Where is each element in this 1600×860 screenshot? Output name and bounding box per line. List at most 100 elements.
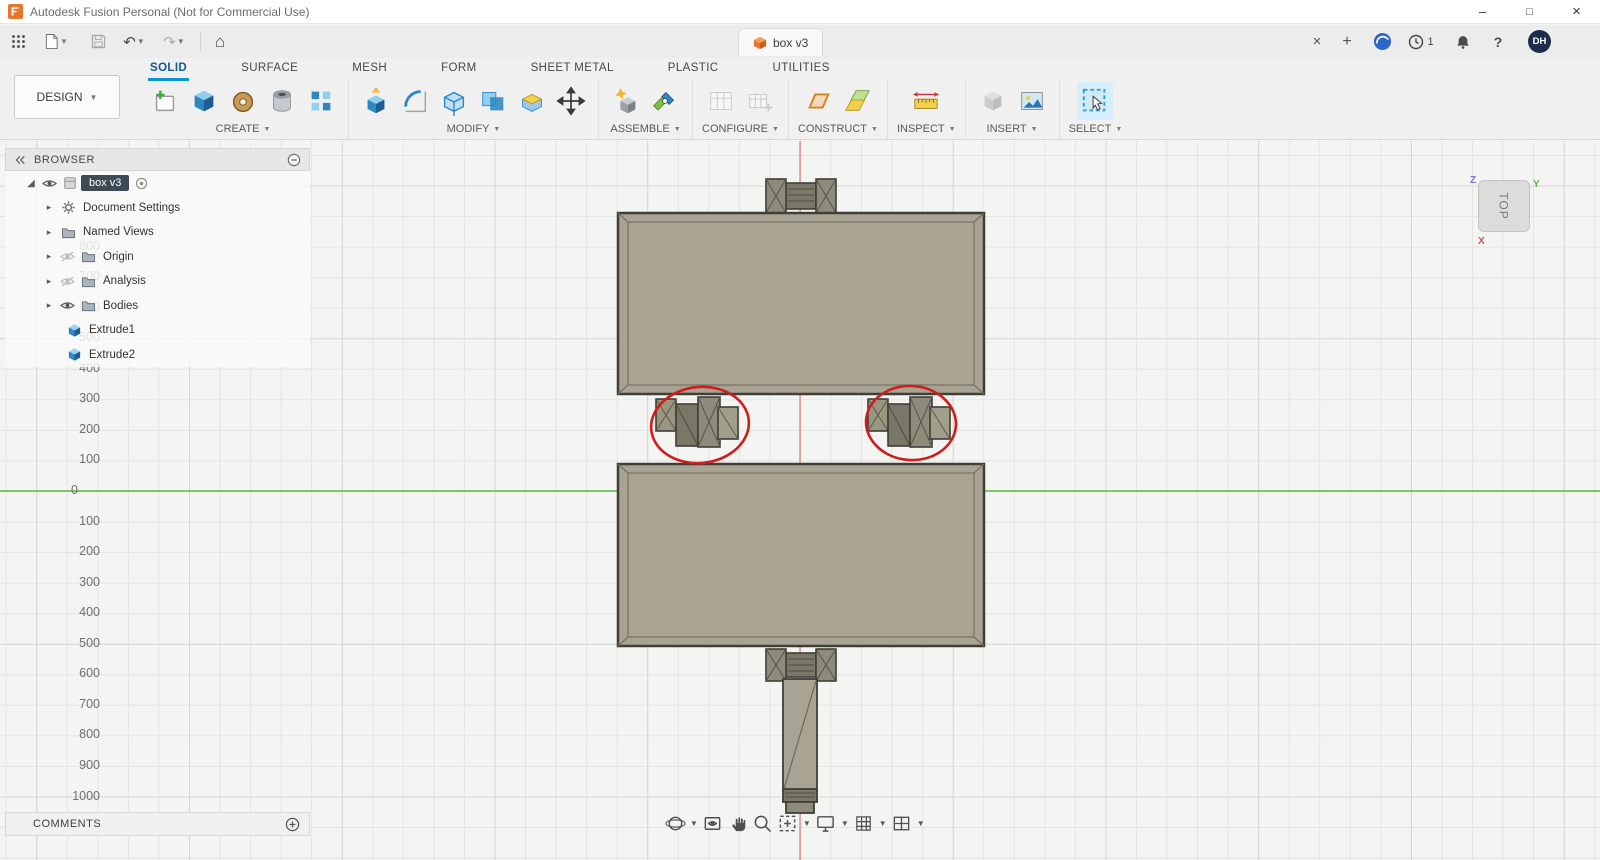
model-shaft[interactable] <box>783 679 817 813</box>
notifications-bell-icon[interactable] <box>1450 29 1476 54</box>
fit-view-icon[interactable] <box>777 811 799 835</box>
look-at-icon[interactable] <box>702 811 724 835</box>
model-top-box[interactable] <box>618 213 984 394</box>
pattern-button[interactable] <box>303 82 339 120</box>
document-tab[interactable]: box v3 <box>738 28 823 56</box>
design-workspace-menu[interactable]: DESIGN ▼ <box>14 75 120 119</box>
new-component-button[interactable] <box>608 82 644 120</box>
browser-item-analysis[interactable]: ▸Analysis <box>5 269 310 294</box>
file-menu-button[interactable]: ▼ <box>40 29 72 54</box>
visibility-eye-icon[interactable] <box>57 276 77 287</box>
construct-group-dropdown[interactable]: CONSTRUCT▼ <box>798 123 878 135</box>
visibility-eye-icon[interactable] <box>57 300 77 311</box>
browser-item-extrude2[interactable]: Extrude2 <box>5 343 310 368</box>
configuration-table-button[interactable] <box>703 82 739 120</box>
undo-button[interactable]: ↶▼ <box>118 29 150 54</box>
viewports-icon[interactable] <box>891 811 913 835</box>
app-grid-menu-icon[interactable] <box>6 29 30 54</box>
zoom-icon[interactable] <box>752 811 774 835</box>
extrude-button[interactable] <box>186 82 222 120</box>
insert-configuration-button[interactable] <box>742 82 778 120</box>
pan-icon[interactable] <box>727 811 749 835</box>
expand-arrow-icon[interactable]: ▸ <box>41 276 57 287</box>
grid-snap-icon[interactable] <box>853 811 875 835</box>
viewcube-face-top[interactable]: TOP <box>1478 180 1530 232</box>
display-settings-icon[interactable] <box>815 811 837 835</box>
display-settings-caret-icon[interactable]: ▼ <box>841 819 849 828</box>
fit-caret-icon[interactable]: ▼ <box>803 819 811 828</box>
ribbon-tab-surface[interactable]: SURFACE <box>239 59 300 81</box>
offset-plane-button[interactable] <box>839 82 875 120</box>
extensions-icon[interactable] <box>1370 29 1394 54</box>
ribbon-tab-utilities[interactable]: UTILITIES <box>771 59 832 81</box>
ribbon-tab-plastic[interactable]: PLASTIC <box>666 59 721 81</box>
insert-group-dropdown[interactable]: INSERT▼ <box>987 123 1038 135</box>
window-close-button[interactable]: × <box>1553 0 1600 24</box>
browser-item-extrude1[interactable]: Extrude1 <box>5 318 310 343</box>
orbit-icon[interactable] <box>664 811 686 835</box>
activate-component-radio[interactable] <box>129 177 153 190</box>
browser-item-document-settings[interactable]: ▸Document Settings <box>5 196 310 221</box>
minimize-panel-icon[interactable] <box>287 153 301 167</box>
expand-arrow-icon[interactable]: ◢ <box>23 178 39 189</box>
home-view-button[interactable]: ⌂ <box>206 29 234 54</box>
shell-button[interactable] <box>436 82 472 120</box>
inspect-group-dropdown[interactable]: INSPECT▼ <box>897 123 956 135</box>
press-pull-button[interactable] <box>358 82 394 120</box>
revolve-button[interactable] <box>225 82 261 120</box>
hole-button[interactable] <box>264 82 300 120</box>
help-button[interactable]: ? <box>1486 29 1510 54</box>
browser-item-bodies[interactable]: ▸Bodies <box>5 294 310 319</box>
add-comment-icon[interactable] <box>285 817 300 832</box>
construction-plane-button[interactable] <box>800 82 836 120</box>
new-tab-icon[interactable]: + <box>1336 29 1358 54</box>
job-status-button[interactable]: 1 <box>1404 29 1438 54</box>
browser-item-named-views[interactable]: ▸Named Views <box>5 220 310 245</box>
assemble-group-dropdown[interactable]: ASSEMBLE▼ <box>610 123 680 135</box>
root-document-label[interactable]: box v3 <box>81 175 129 191</box>
grid-snap-caret-icon[interactable]: ▼ <box>879 819 887 828</box>
move-copy-button[interactable] <box>553 82 589 120</box>
create-sketch-button[interactable] <box>147 82 183 120</box>
ribbon-tab-solid[interactable]: SOLID <box>148 59 189 81</box>
split-body-button[interactable] <box>514 82 550 120</box>
orbit-caret-icon[interactable]: ▼ <box>690 819 698 828</box>
visibility-eye-icon[interactable] <box>57 251 77 262</box>
joint-button[interactable] <box>647 82 683 120</box>
expand-arrow-icon[interactable]: ▸ <box>41 227 57 238</box>
select-group-dropdown[interactable]: SELECT▼ <box>1069 123 1123 135</box>
select-button[interactable] <box>1077 82 1113 120</box>
window-maximize-button[interactable]: □ <box>1506 0 1553 24</box>
window-minimize-button[interactable]: – <box>1459 0 1506 24</box>
comments-bar[interactable]: COMMENTS <box>5 812 310 836</box>
visibility-eye-icon[interactable] <box>39 178 59 189</box>
viewports-caret-icon[interactable]: ▼ <box>917 819 925 828</box>
insert-canvas-button[interactable] <box>1014 82 1050 120</box>
expand-arrow-icon[interactable]: ▸ <box>41 202 57 213</box>
fillet-button[interactable] <box>397 82 433 120</box>
model-hinge-right[interactable] <box>868 397 950 447</box>
browser-item-origin[interactable]: ▸Origin <box>5 245 310 270</box>
modify-group-dropdown[interactable]: MODIFY▼ <box>447 123 501 135</box>
create-group-dropdown[interactable]: CREATE▼ <box>216 123 271 135</box>
expand-arrow-icon[interactable]: ▸ <box>41 300 57 311</box>
browser-item-root[interactable]: ◢ box v3 <box>5 171 310 196</box>
user-avatar[interactable]: DH <box>1528 30 1551 53</box>
combine-button[interactable] <box>475 82 511 120</box>
collapse-panel-icon[interactable] <box>14 155 26 165</box>
viewcube[interactable]: TOP Z X Y <box>1476 178 1532 234</box>
insert-derive-button[interactable] <box>975 82 1011 120</box>
redo-button[interactable]: ↷▼ <box>158 29 190 54</box>
close-tab-icon[interactable]: × <box>1306 29 1328 54</box>
save-button[interactable] <box>86 29 110 54</box>
measure-button[interactable] <box>908 82 944 120</box>
ribbon-tab-sheet-metal[interactable]: SHEET METAL <box>529 59 616 81</box>
model-top-flange[interactable] <box>766 179 836 213</box>
ribbon-tab-mesh[interactable]: MESH <box>350 59 389 81</box>
ribbon-tab-form[interactable]: FORM <box>439 59 478 81</box>
configure-group-dropdown[interactable]: CONFIGURE▼ <box>702 123 779 135</box>
model-bottom-flange[interactable] <box>766 649 836 681</box>
expand-arrow-icon[interactable]: ▸ <box>41 251 57 262</box>
model-hinge-left[interactable] <box>656 397 738 447</box>
model-bottom-box[interactable] <box>618 464 984 646</box>
